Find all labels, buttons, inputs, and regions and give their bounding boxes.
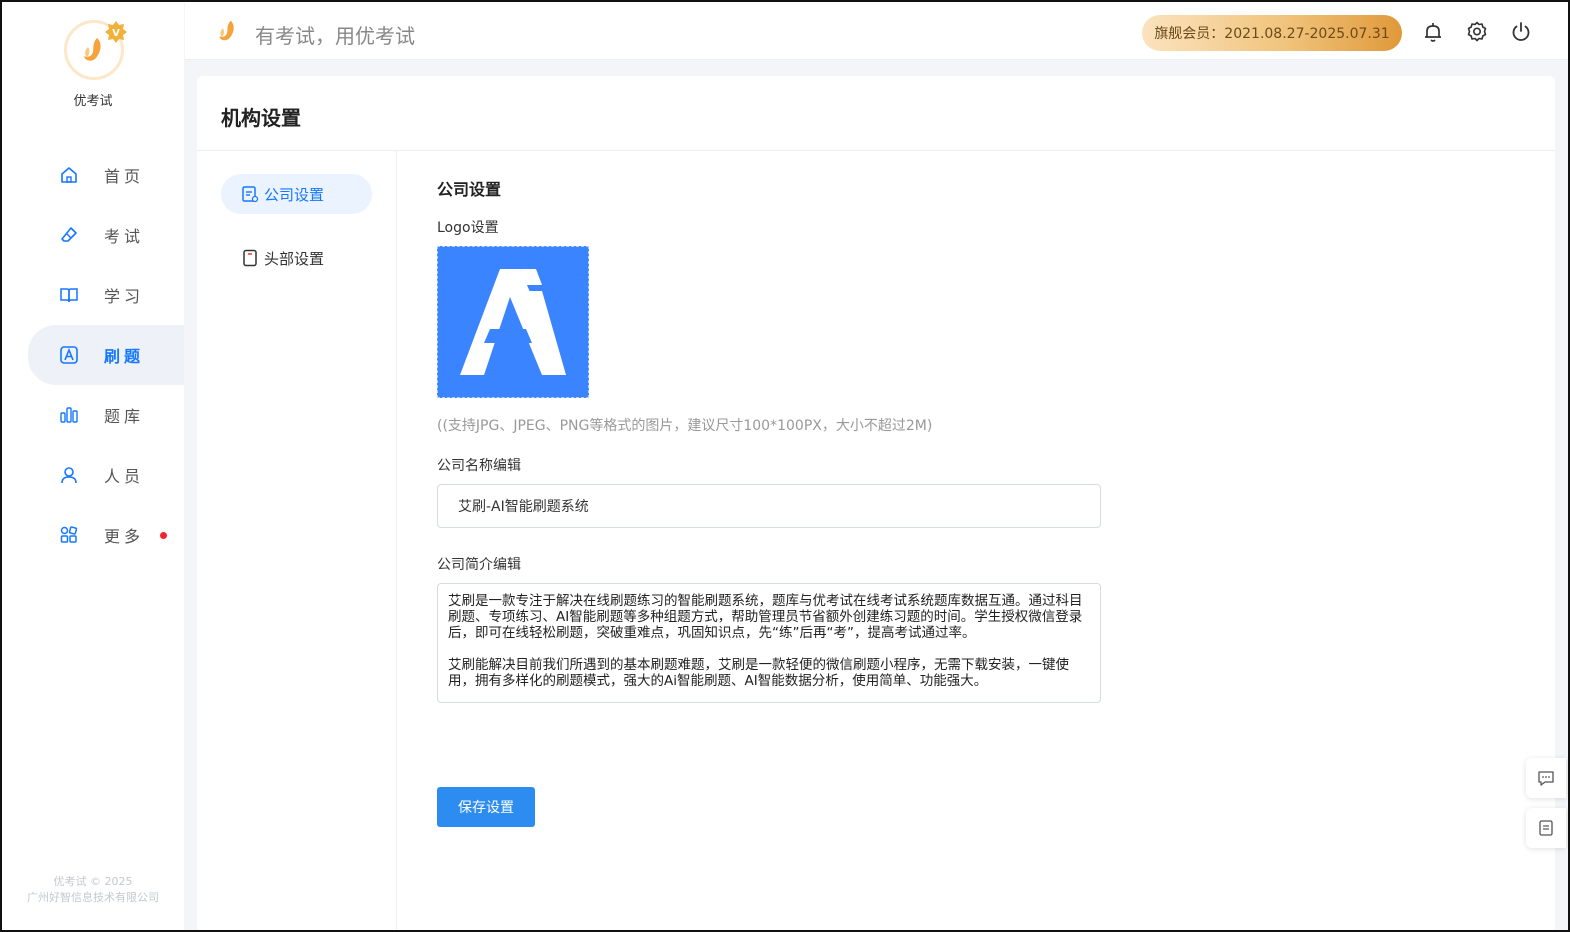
sidebar-item-label: 人员 <box>104 467 145 486</box>
intro-paragraph: 艾刷是一款专注于解决在线刷题练习的智能刷题系统，题库与优考试在线考试系统题库数据… <box>448 593 1083 641</box>
company-intro-textarea[interactable]: 艾刷是一款专注于解决在线刷题练习的智能刷题系统，题库与优考试在线考试系统题库数据… <box>437 583 1101 703</box>
membership-badge[interactable]: 旗舰会员：2021.08.27-2025.07.31 <box>1142 15 1402 51</box>
settings-card: 机构设置 公司设置 头部设置 公司设置 Logo设置 ((支持JPG、JPEG、… <box>197 76 1555 930</box>
sidebar-item-practice[interactable]: 刷题 <box>28 325 184 385</box>
sidebar-item-label: 学习 <box>104 287 145 306</box>
letter-a-icon <box>58 344 80 366</box>
sidebar-item-question-bank[interactable]: 题库 <box>2 385 184 445</box>
copyright: 优考试 © 2025 广州好智信息技术有限公司 <box>2 874 184 906</box>
notification-dot <box>160 532 167 539</box>
page-title: 机构设置 <box>221 106 301 130</box>
copyright-line: 优考试 © 2025 <box>53 875 133 888</box>
notes-float-button[interactable] <box>1526 808 1566 848</box>
sidebar-item-home[interactable]: 首页 <box>2 145 184 205</box>
name-label: 公司名称编辑 <box>437 458 521 474</box>
intro-label: 公司简介编辑 <box>437 557 521 573</box>
sidebar-item-exam[interactable]: 考试 <box>2 205 184 265</box>
top-header: 有考试，用优考试 旗舰会员：2021.08.27-2025.07.31 <box>185 2 1568 60</box>
slogan: 有考试，用优考试 <box>255 24 415 48</box>
logo-upload[interactable] <box>437 246 589 398</box>
sidebar-item-study[interactable]: 学习 <box>2 265 184 325</box>
user-icon <box>58 464 80 486</box>
apps-icon <box>58 524 80 546</box>
sidebar-item-label: 考试 <box>104 227 145 246</box>
power-icon[interactable] <box>1509 20 1533 44</box>
document-icon <box>241 185 259 203</box>
sidebar-item-label: 刷题 <box>104 347 145 366</box>
tab-company-settings[interactable]: 公司设置 <box>221 174 372 214</box>
sidebar-item-label: 首页 <box>104 167 145 186</box>
intro-paragraph: 艾刷能解决目前我们所遇到的基本刷题难题，艾刷是一款轻便的微信刷题小程序，无需下载… <box>448 657 1069 689</box>
tab-label: 公司设置 <box>264 185 325 204</box>
divider <box>197 150 1555 151</box>
tab-label: 头部设置 <box>264 249 325 268</box>
logo-hint: ((支持JPG、JPEG、PNG等格式的图片，建议尺寸100*100PX，大小不… <box>437 418 933 434</box>
divider <box>396 151 397 930</box>
eraser-icon <box>58 224 80 246</box>
sidebar: V 优考试 首页 考试 学习 刷题 题库 人员 更多 优考试 © 2025 广州… <box>2 2 184 930</box>
book-icon <box>58 284 80 306</box>
chat-float-button[interactable] <box>1526 758 1566 798</box>
flame-logo-icon <box>219 20 234 41</box>
sidebar-item-members[interactable]: 人员 <box>2 445 184 505</box>
bars-icon <box>58 404 80 426</box>
brand-name: 优考试 <box>73 94 113 109</box>
sidebar-item-label: 更多 <box>104 527 145 546</box>
sidebar-item-more[interactable]: 更多 <box>2 505 184 565</box>
logo-label: Logo设置 <box>437 220 499 236</box>
svg-text:V: V <box>112 28 120 39</box>
home-icon <box>58 164 80 186</box>
section-title: 公司设置 <box>437 180 502 199</box>
phone-frame-icon <box>241 249 259 267</box>
note-icon <box>1539 820 1553 836</box>
bell-icon[interactable] <box>1421 20 1445 44</box>
vip-badge-icon: V <box>105 21 127 43</box>
app-window: V 优考试 首页 考试 学习 刷题 题库 人员 更多 优考试 © 2025 广州… <box>0 0 1570 932</box>
tab-header-settings[interactable]: 头部设置 <box>221 238 372 278</box>
save-button[interactable]: 保存设置 <box>437 787 535 827</box>
company-name-input[interactable] <box>437 484 1101 528</box>
chat-icon <box>1538 771 1554 786</box>
gear-icon[interactable] <box>1465 20 1489 44</box>
company-logo-ai-icon <box>460 269 566 375</box>
sidebar-item-label: 题库 <box>104 407 145 426</box>
sidebar-nav: 首页 考试 学习 刷题 题库 人员 更多 <box>2 145 184 565</box>
company-line: 广州好智信息技术有限公司 <box>27 891 159 904</box>
